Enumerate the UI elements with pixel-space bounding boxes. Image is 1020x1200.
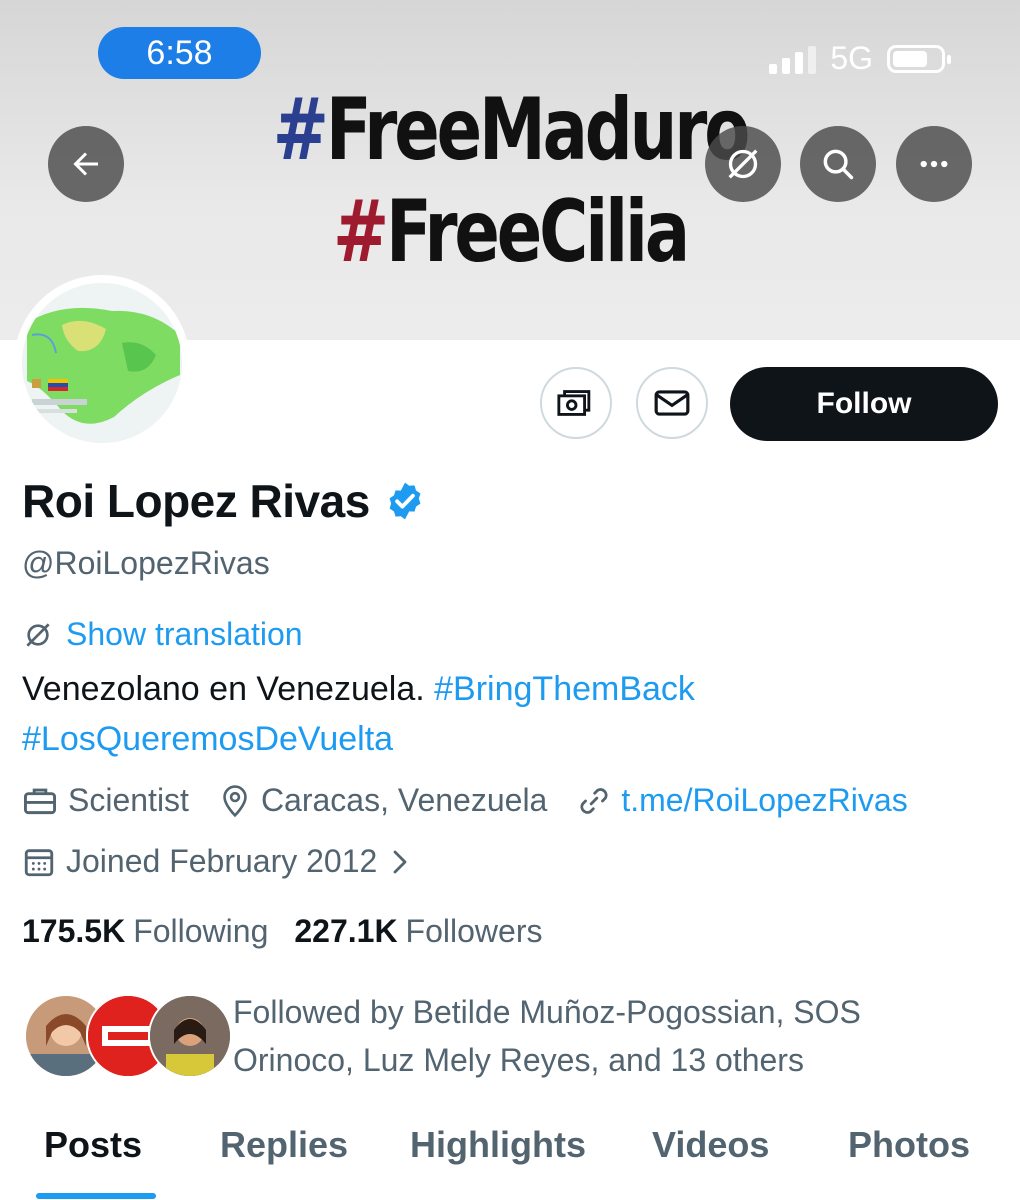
followed-by-avatars[interactable] (24, 994, 232, 1078)
profile-tabs: Posts Replies Highlights Videos Photos (0, 1110, 1020, 1200)
briefcase-icon (24, 788, 56, 814)
website[interactable]: t.me/RoiLopezRivas (577, 782, 908, 819)
followers-stat[interactable]: 227.1K Followers (294, 913, 542, 950)
envelope-icon (654, 390, 690, 416)
banner-line-1: #FreeMaduro (272, 80, 751, 180)
translate-icon (26, 622, 50, 647)
profile-meta: Scientist Caracas, Venezuela t.me/RoiLop… (22, 782, 938, 819)
follow-button[interactable]: Follow (730, 367, 998, 441)
following-stat[interactable]: 175.5K Following (22, 913, 268, 950)
profession: Scientist (22, 782, 189, 819)
more-icon (920, 160, 948, 168)
show-translation-label: Show translation (66, 616, 303, 652)
profile-avatar[interactable] (14, 275, 190, 451)
signal-icon (769, 44, 817, 74)
location: Caracas, Venezuela (219, 782, 547, 819)
calendar-icon (24, 848, 54, 876)
show-translation-link[interactable]: Show translation (22, 616, 303, 653)
location-pin-icon (223, 784, 247, 817)
profile-bio: Venezolano en Venezuela. #BringThemBack … (22, 670, 695, 758)
status-indicators: 5G (769, 40, 951, 77)
followed-by-text[interactable]: Followed by Betilde Muñoz-Pogossian, SOS… (233, 988, 933, 1084)
battery-icon (887, 44, 951, 73)
active-tab-indicator (36, 1193, 156, 1199)
hashtag-link[interactable]: #LosQueremosDeVuelta (22, 720, 393, 758)
status-time: 6:58 (98, 27, 261, 79)
banner-line-2: #FreeCilia (332, 182, 690, 282)
tab-posts[interactable]: Posts (44, 1124, 142, 1166)
more-button[interactable] (896, 126, 972, 202)
tip-button[interactable] (540, 367, 612, 439)
avatar (148, 994, 232, 1078)
avatar-image (22, 283, 182, 443)
money-icon (557, 390, 591, 416)
translate-icon (728, 149, 758, 179)
joined-date[interactable]: Joined February 2012 (22, 843, 413, 880)
back-arrow-icon (73, 152, 98, 176)
profile-name: Roi Lopez Rivas (22, 475, 370, 527)
search-icon (823, 149, 854, 180)
back-button[interactable] (48, 126, 124, 202)
verified-badge-icon[interactable] (384, 480, 426, 522)
hashtag-link[interactable]: #BringThemBack (434, 670, 695, 708)
name-row: Roi Lopez Rivas (22, 474, 426, 528)
tab-highlights[interactable]: Highlights (410, 1124, 586, 1166)
tab-replies[interactable]: Replies (220, 1124, 348, 1166)
search-button[interactable] (800, 126, 876, 202)
chevron-right-icon (393, 850, 407, 873)
message-button[interactable] (636, 367, 708, 439)
translate-button[interactable] (705, 126, 781, 202)
website-link[interactable]: t.me/RoiLopezRivas (621, 782, 907, 819)
tab-videos[interactable]: Videos (652, 1124, 769, 1166)
profile-handle: @RoiLopezRivas (22, 545, 270, 581)
follow-stats: 175.5K Following 227.1K Followers (22, 913, 568, 950)
tab-photos[interactable]: Photos (848, 1124, 970, 1166)
link-icon (580, 787, 608, 814)
network-label: 5G (830, 40, 873, 76)
